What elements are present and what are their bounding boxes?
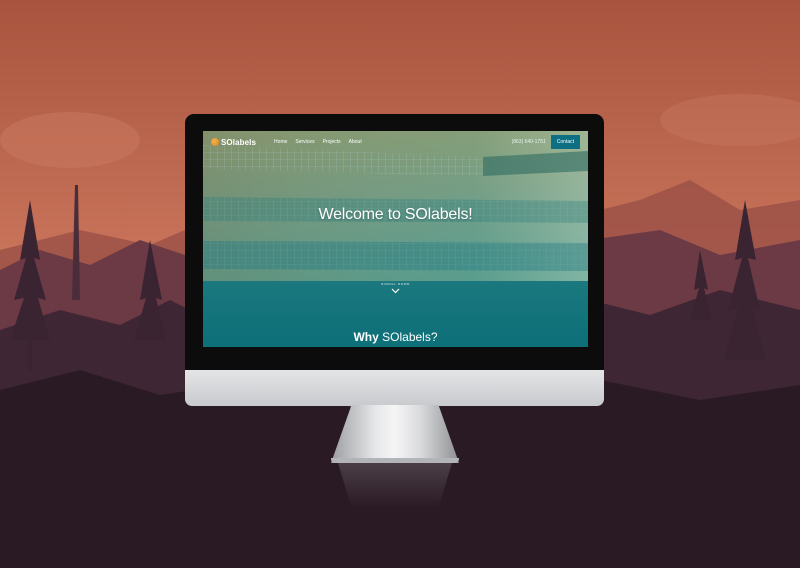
monitor-chin xyxy=(185,370,604,406)
stand-reflection xyxy=(338,463,452,508)
nav-link-services[interactable]: Services xyxy=(295,139,314,145)
nav-link-projects[interactable]: Projects xyxy=(323,139,341,145)
hero-title: Welcome to SOlabels! xyxy=(318,206,473,223)
site-navbar: SOlabels Home Services Projects About (8… xyxy=(203,131,588,153)
nav-links: Home Services Projects About xyxy=(274,139,362,145)
sun-logo-icon xyxy=(211,138,219,146)
why-title-bold: Why xyxy=(353,330,379,344)
nav-link-about[interactable]: About xyxy=(349,139,362,145)
scroll-down-label[interactable]: SCROLL DOWN xyxy=(203,282,588,286)
phone-number[interactable]: (863) 640-1751 xyxy=(512,139,546,145)
monitor-stand-base xyxy=(331,458,459,463)
contact-button[interactable]: Contact xyxy=(550,135,580,149)
nav-right: (863) 640-1751 Contact xyxy=(512,135,580,149)
logo-text: SOlabels xyxy=(221,137,257,147)
site-logo[interactable]: SOlabels xyxy=(211,138,256,147)
website-screen: SOlabels Home Services Projects About (8… xyxy=(203,131,588,347)
chevron-down-icon[interactable] xyxy=(391,288,400,294)
section-title-why: Why SOlabels? xyxy=(203,330,588,344)
nav-link-home[interactable]: Home xyxy=(274,139,287,145)
why-title-rest: SOlabels? xyxy=(378,330,438,344)
monitor-stand xyxy=(331,405,459,463)
